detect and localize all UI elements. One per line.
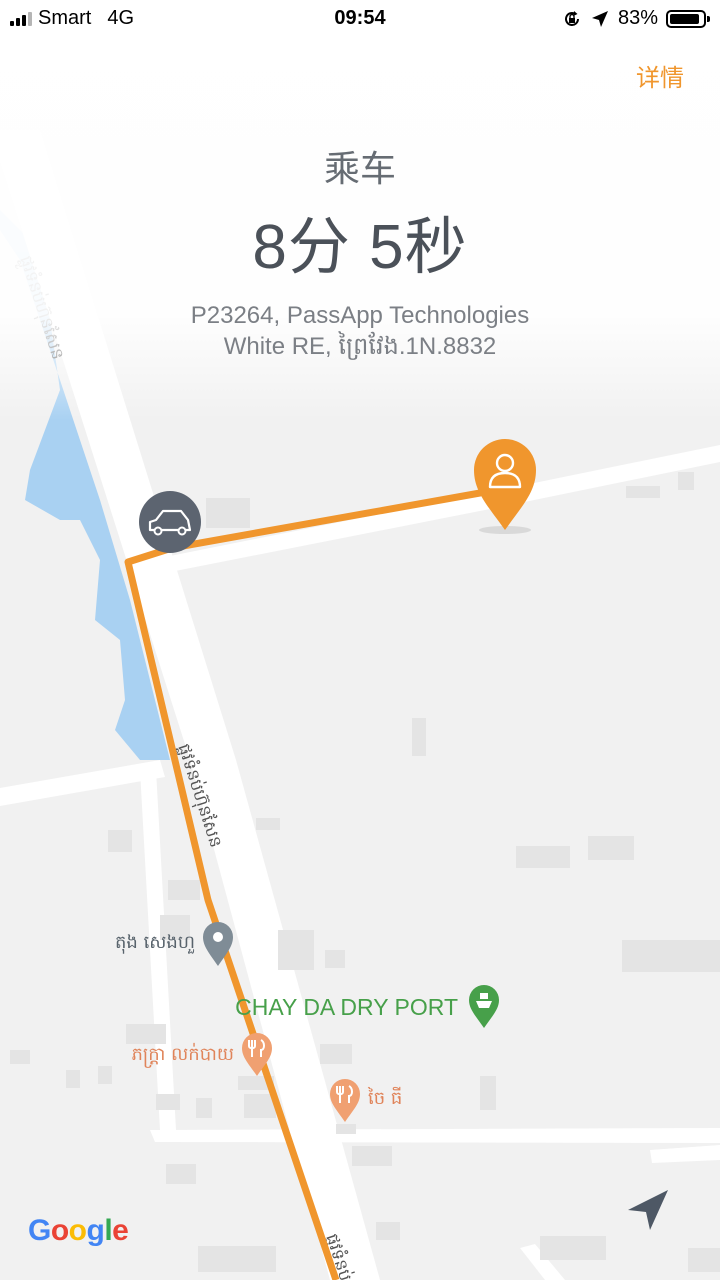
poi-label: ចៃ ធី: [367, 1086, 402, 1109]
status-bar: Smart 4G 09:54 83%: [0, 0, 720, 38]
battery-icon: [666, 9, 710, 28]
eta-countdown: 8分 5秒: [252, 213, 468, 282]
location-pin-icon: [213, 932, 223, 942]
location-arrow-icon: [591, 10, 608, 27]
navigation-arrow-icon[interactable]: [624, 1186, 672, 1234]
vehicle-model-plate: White RE, ព្រៃវែង.1N.8832: [223, 333, 497, 360]
poi-label: តុង សេងហួ: [115, 932, 195, 954]
orientation-lock-icon: [565, 10, 579, 26]
vehicle-info: P23264, PassApp Technologies White RE, ព…: [0, 300, 720, 362]
cross-road: [150, 1128, 720, 1143]
car-marker[interactable]: [139, 491, 201, 553]
vehicle-plate-company: P23264, PassApp Technologies: [190, 302, 530, 329]
battery-percent: 83%: [617, 7, 658, 29]
trip-status-label: 乘车: [323, 149, 396, 190]
trip-status-header: 乘车 8分 5秒 P23264, PassApp Technologies Wh…: [0, 140, 720, 362]
poi-label: ភក្រ្តា លក់បាយ: [132, 1042, 235, 1068]
poi-label: CHAY DA DRY PORT: [235, 994, 458, 1020]
details-button[interactable]: 详情: [636, 58, 684, 93]
google-logo: Google: [28, 1214, 129, 1247]
